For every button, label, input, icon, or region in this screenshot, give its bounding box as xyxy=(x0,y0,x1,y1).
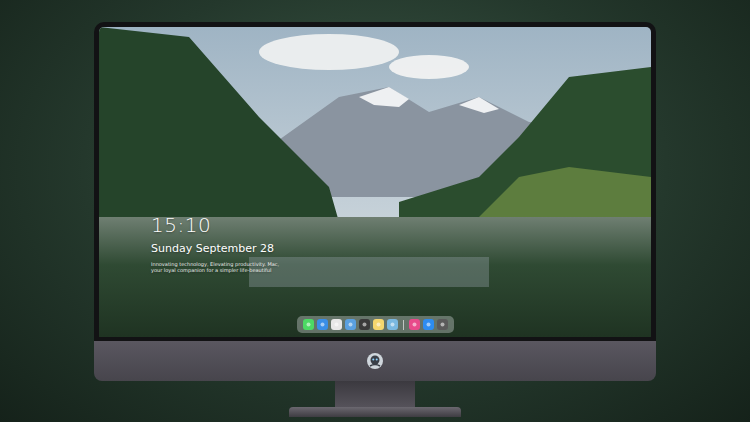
dock-app-icon[interactable] xyxy=(317,319,328,330)
wallpaper-photo xyxy=(99,27,651,337)
brand-logo-icon xyxy=(366,352,384,370)
dock-app-icon[interactable] xyxy=(359,319,370,330)
monitor-chin xyxy=(94,341,656,381)
tagline-line: your loyal companion for a simpler life-… xyxy=(151,267,651,273)
clock-time: 15:10 xyxy=(151,213,651,237)
monitor-base xyxy=(289,407,461,417)
dock-app-icon[interactable] xyxy=(437,319,448,330)
dock-app-icon[interactable] xyxy=(331,319,342,330)
dock-app-icon[interactable] xyxy=(423,319,434,330)
dock-separator xyxy=(403,320,404,330)
dock-app-icon[interactable] xyxy=(345,319,356,330)
clock-date: Sunday September 28 xyxy=(151,241,651,256)
lock-screen: 15:10 Sunday September 28 Innovating techn… xyxy=(99,27,651,337)
dock-app-icon[interactable] xyxy=(373,319,384,330)
monitor-stand xyxy=(335,381,415,407)
monitor: 15:10 Sunday September 28 Innovating techn… xyxy=(94,22,656,417)
lock-screen-info: 15:10 Sunday September 28 Innovating techn… xyxy=(151,213,651,273)
lock-tagline: Innovating technology, Elevating product… xyxy=(151,261,651,273)
dock-app-icon[interactable] xyxy=(303,319,314,330)
dock-app-icon[interactable] xyxy=(409,319,420,330)
tagline-line: Innovating technology, Elevating product… xyxy=(151,261,651,267)
dock xyxy=(297,316,454,333)
dock-app-icon[interactable] xyxy=(387,319,398,330)
screen-bezel: 15:10 Sunday September 28 Innovating techn… xyxy=(94,22,656,341)
